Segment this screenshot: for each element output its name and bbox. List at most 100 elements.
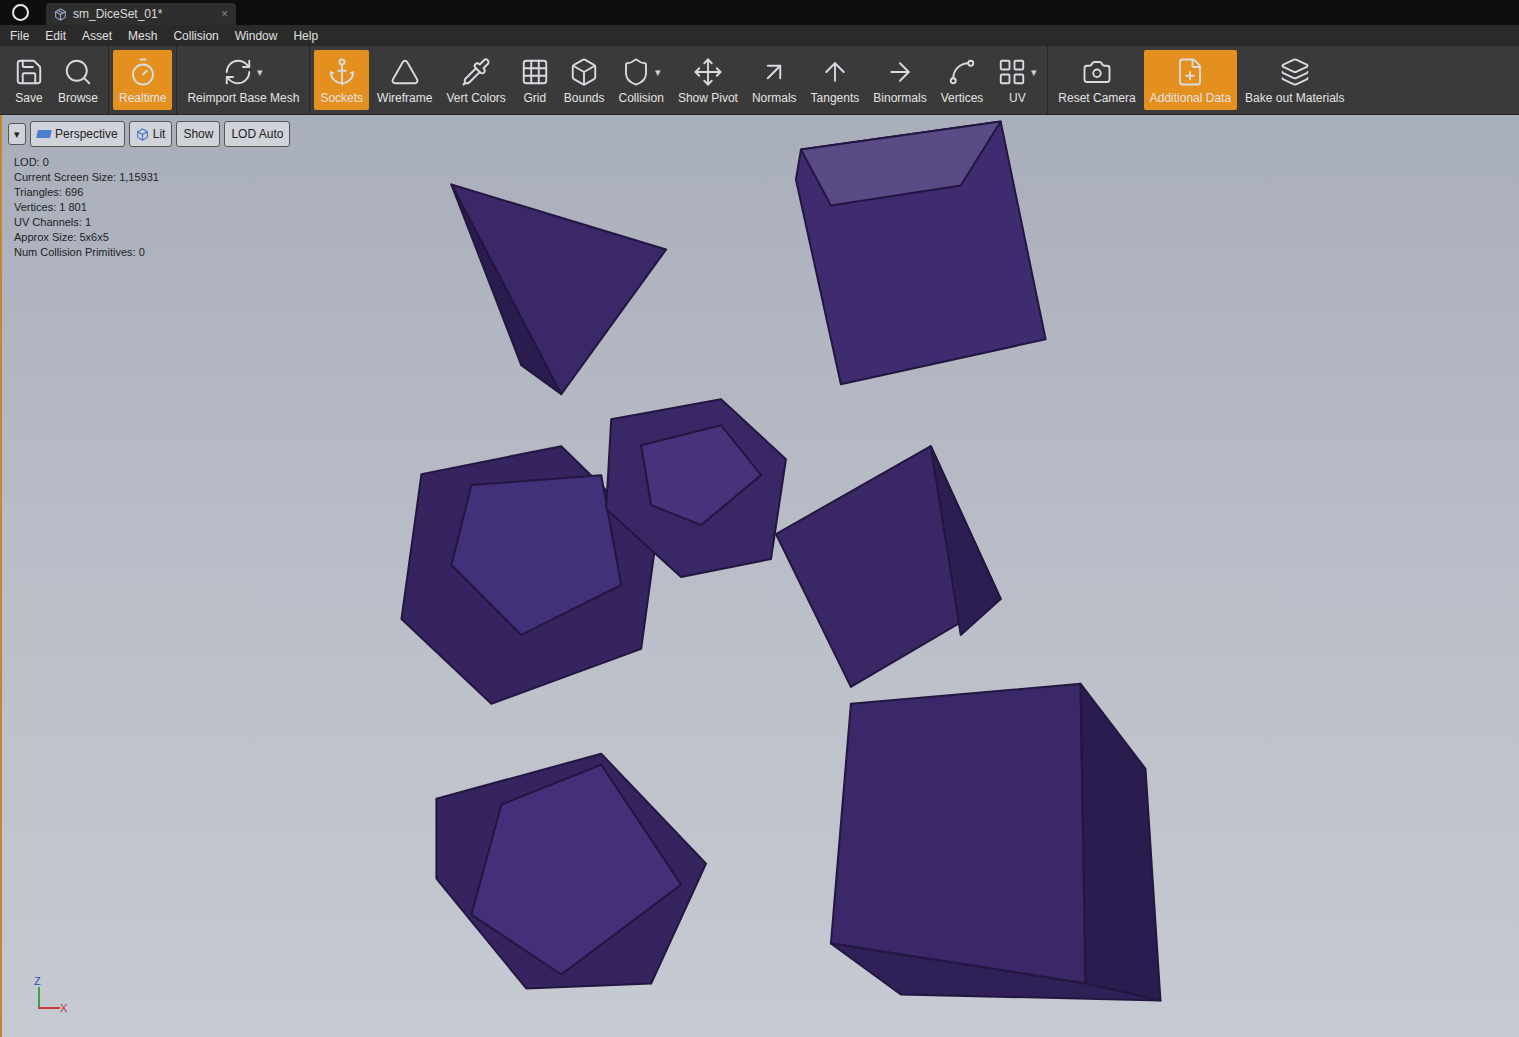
dropdown-arrow[interactable]: ▾ xyxy=(1031,64,1037,81)
toolbar-group: ▾ Reimport Base Mesh xyxy=(176,46,309,114)
menu-item[interactable]: Asset xyxy=(76,27,118,45)
toolbar-icon xyxy=(223,57,253,87)
toolbar-label: Tangents xyxy=(811,90,860,106)
d8-die xyxy=(776,446,1001,687)
stat-line: Approx Size: 5x6x5 xyxy=(14,230,1513,245)
toolbar-button[interactable]: ▾ UV xyxy=(991,50,1043,110)
toolbar-icon xyxy=(885,57,915,87)
toolbar-label: Browse xyxy=(58,90,98,106)
stat-line: Vertices: 1 801 xyxy=(14,200,1513,215)
toolbar-button[interactable]: Tangents xyxy=(805,50,866,110)
toolbar-label: Grid xyxy=(523,90,546,106)
viewport-menu-button[interactable]: ▾ xyxy=(8,123,26,146)
toolbar-label: Reimport Base Mesh xyxy=(187,90,299,106)
toolbar-icon xyxy=(520,57,550,87)
toolbar-button[interactable]: Additional Data xyxy=(1144,50,1237,110)
toolbar-label: Bake out Materials xyxy=(1245,90,1344,106)
menu-item[interactable]: Mesh xyxy=(122,27,163,45)
dropdown-arrow[interactable]: ▾ xyxy=(257,64,263,81)
toolbar-button[interactable]: Vertices xyxy=(935,50,990,110)
toolbar-group: Realtime xyxy=(108,46,176,114)
viewport-button[interactable]: Perspective xyxy=(30,121,125,147)
toolbar-icon xyxy=(128,57,158,87)
toolbar-button[interactable]: Sockets xyxy=(314,50,369,110)
menu-item[interactable]: Window xyxy=(229,27,284,45)
toolbar-button[interactable]: Binormals xyxy=(867,50,932,110)
toolbar-button[interactable]: Browse xyxy=(52,50,104,110)
axis-z-label: Z xyxy=(34,973,41,990)
tab-close[interactable]: × xyxy=(221,5,228,23)
toolbar-label: Vert Colors xyxy=(446,90,505,106)
d10-low-die xyxy=(436,754,706,989)
toolbar-label: Reset Camera xyxy=(1058,90,1135,106)
toolbar-group: Reset Camera Additional Data Bake out Mate… xyxy=(1047,46,1354,114)
toolbar-button[interactable]: ▾ Reimport Base Mesh xyxy=(181,50,305,110)
d6-die xyxy=(831,684,1161,1001)
mesh-icon xyxy=(54,8,67,21)
toolbar-label: Wireframe xyxy=(377,90,432,106)
viewport[interactable]: ▾PerspectiveLitShowLOD Auto LOD: 0Current… xyxy=(0,115,1519,1037)
toolbar-group: Save Browse xyxy=(4,46,108,114)
toolbar-button[interactable]: Grid xyxy=(514,50,556,110)
toolbar-button[interactable]: ▾ Collision xyxy=(613,50,670,110)
toolbar-icon xyxy=(390,57,420,87)
toolbar-button[interactable]: Bounds xyxy=(558,50,611,110)
axis-x-label: X xyxy=(60,1000,67,1017)
toolbar-label: Additional Data xyxy=(1150,90,1231,106)
menu-item[interactable]: File xyxy=(4,27,35,45)
menu-item[interactable]: Help xyxy=(287,27,324,45)
toolbar-icon xyxy=(820,57,850,87)
d10-die xyxy=(796,122,1046,385)
toolbar-button[interactable]: Show Pivot xyxy=(672,50,744,110)
toolbar-icon xyxy=(63,57,93,87)
viewport-button[interactable]: Show xyxy=(176,121,220,147)
toolbar-label: UV xyxy=(1009,90,1026,106)
menu-bar: FileEditAssetMeshCollision WindowHelp xyxy=(0,25,1519,46)
document-tab[interactable]: sm_DiceSet_01* × xyxy=(46,3,236,25)
viewport-button[interactable]: LOD Auto xyxy=(224,121,290,147)
toolbar-icon xyxy=(1082,57,1112,87)
stat-line: UV Channels: 1 xyxy=(14,215,1513,230)
toolbar-label: Collision xyxy=(619,90,664,106)
d4-die xyxy=(451,185,666,395)
viewport-toolbar: ▾PerspectiveLitShowLOD Auto xyxy=(8,121,1513,147)
toolbar: Save Browse Realtime ▾ Reimport Base Mesh Soc… xyxy=(0,46,1519,115)
toolbar-icon xyxy=(327,57,357,87)
lit-icon xyxy=(136,128,149,141)
toolbar-button[interactable]: Realtime xyxy=(113,50,172,110)
toolbar-icon xyxy=(1175,57,1205,87)
dropdown-arrow[interactable]: ▾ xyxy=(655,64,661,81)
toolbar-label: Save xyxy=(15,90,42,106)
toolbar-label: Sockets xyxy=(320,90,363,106)
toolbar-icon xyxy=(693,57,723,87)
toolbar-icon xyxy=(947,57,977,87)
toolbar-label: Bounds xyxy=(564,90,605,106)
toolbar-label: Vertices xyxy=(941,90,984,106)
toolbar-group: Sockets Wireframe Vert Colors Grid Bounds ▾ Co… xyxy=(309,46,1047,114)
toolbar-button[interactable]: Bake out Materials xyxy=(1239,50,1350,110)
toolbar-button[interactable]: Save xyxy=(8,50,50,110)
toolbar-button[interactable]: Reset Camera xyxy=(1052,50,1141,110)
toolbar-label: Show Pivot xyxy=(678,90,738,106)
toolbar-button[interactable]: Wireframe xyxy=(371,50,438,110)
viewport-button[interactable]: Lit xyxy=(129,121,173,147)
stat-line: Current Screen Size: 1,15931 xyxy=(14,170,1513,185)
viewport-content: ▾PerspectiveLitShowLOD Auto LOD: 0Current… xyxy=(2,115,1519,266)
menu-item[interactable]: Collision xyxy=(167,27,224,45)
perspective-icon xyxy=(36,130,52,138)
stats-overlay: LOD: 0Current Screen Size: 1,15931Triang… xyxy=(8,155,1513,260)
menu-item[interactable]: Edit xyxy=(39,27,72,45)
toolbar-icon xyxy=(461,57,491,87)
tab-title: sm_DiceSet_01* xyxy=(73,5,215,23)
toolbar-icon xyxy=(759,57,789,87)
editor-window: sm_DiceSet_01*×FileEditAssetMeshCollisio… xyxy=(0,0,1519,1037)
d12-die xyxy=(606,399,786,577)
axis-gizmo: ZX xyxy=(30,979,70,1015)
toolbar-label: Binormals xyxy=(873,90,926,106)
stat-line: Triangles: 696 xyxy=(14,185,1513,200)
toolbar-icon xyxy=(997,57,1027,87)
engine-logo-icon xyxy=(0,0,40,25)
toolbar-button[interactable]: Vert Colors xyxy=(440,50,511,110)
stat-line: Num Collision Primitives: 0 xyxy=(14,245,1513,260)
toolbar-button[interactable]: Normals xyxy=(746,50,803,110)
